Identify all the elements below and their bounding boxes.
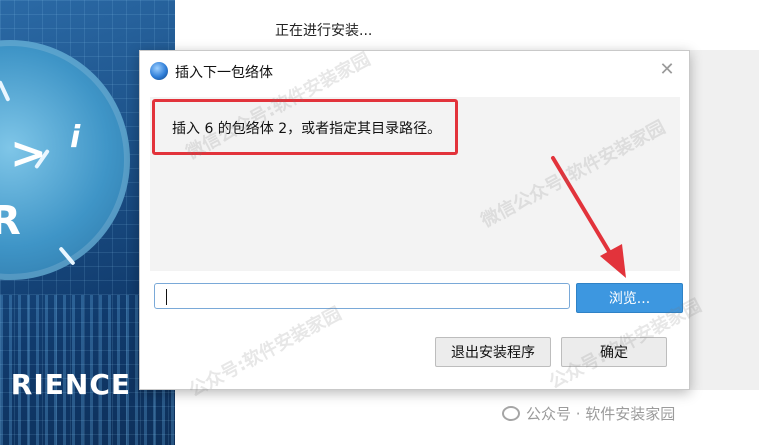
compass-tick (0, 80, 11, 102)
install-progress-text: 正在进行安装... (275, 23, 373, 39)
dialog-title: 插入下一包络体 (175, 65, 273, 81)
dialog-titlebar[interactable]: 插入下一包络体 ✕ (140, 51, 689, 91)
footer-watermark: 公众号 · 软件安装家园 (502, 402, 675, 424)
compass-i-glyph: i (70, 120, 81, 155)
wechat-icon (502, 405, 520, 421)
compass-tick (58, 246, 76, 266)
compass-arrow-glyph: > (10, 128, 47, 179)
compass-r-glyph: R (0, 198, 21, 244)
directory-path-input[interactable] (154, 283, 570, 309)
text-caret (166, 289, 167, 305)
installer-side-strip (690, 50, 759, 390)
footer-watermark-text: 公众号 · 软件安装家园 (526, 404, 676, 423)
exit-installer-button[interactable]: 退出安装程序 (435, 337, 551, 367)
close-icon[interactable]: ✕ (657, 60, 677, 80)
app-logo-icon (150, 62, 168, 80)
